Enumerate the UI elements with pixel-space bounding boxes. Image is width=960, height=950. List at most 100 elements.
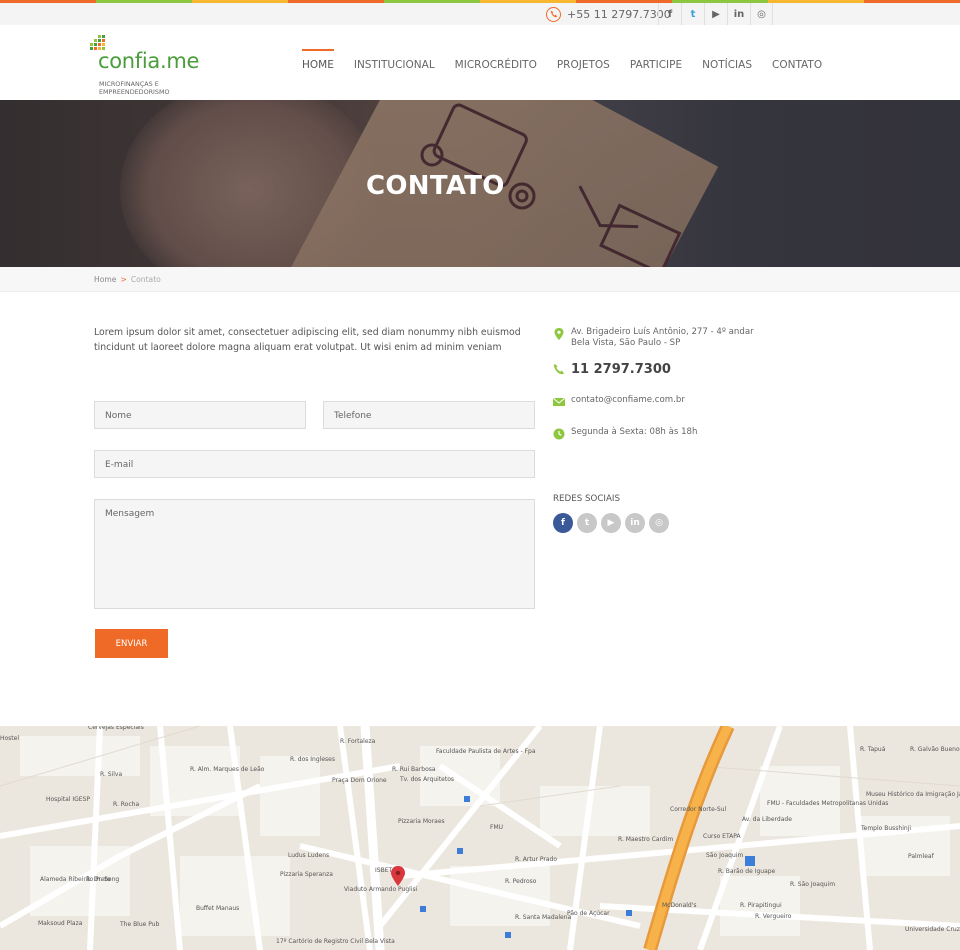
- map-label: R. Dr. Seng: [86, 876, 120, 883]
- map-label: R. Rocha: [113, 801, 140, 808]
- intro-text: Lorem ipsum dolor sit amet, consectetuer…: [94, 327, 521, 353]
- map-label: R. Rui Barbosa: [392, 766, 436, 773]
- facebook-icon[interactable]: f: [553, 513, 573, 533]
- logo-tagline: MICROFINANÇAS E EMPREENDEDORISMO: [99, 80, 170, 96]
- address-line-2: Bela Vista, São Paulo - SP: [571, 338, 681, 348]
- map-label: Tv. dos Arquitetos: [400, 776, 455, 783]
- top-phone[interactable]: +55 11 2797.7300: [546, 3, 671, 25]
- map-label: R. Maestro Cardim: [618, 836, 674, 843]
- nav-item-home[interactable]: HOME: [302, 49, 334, 71]
- breadcrumb-separator: >: [120, 275, 127, 284]
- map-label: Hostel: [0, 735, 20, 742]
- phone-row: 11 2797.7300: [553, 362, 671, 377]
- map-label: 17º Cartório de Registro Civil Bela Vist…: [276, 938, 395, 945]
- map-label: R. Artur Prado: [515, 856, 558, 863]
- site-logo[interactable]: confia.me MICROFINANÇAS E EMPREENDEDORIS…: [86, 33, 226, 96]
- map-label: Viaduto Armando Puglisi: [344, 886, 418, 893]
- logo-tagline-2: EMPREENDEDORISMO: [99, 88, 170, 96]
- youtube-icon[interactable]: ▶: [704, 3, 727, 25]
- map-label: Hospital IGESP: [46, 796, 91, 803]
- map-label: Buffet Manaus: [196, 905, 240, 912]
- map-label: R. Santa Madalena: [515, 914, 572, 921]
- map-label: R. Galvão Bueno: [910, 746, 960, 753]
- map-label: Curso ETAPA: [703, 833, 741, 840]
- map-label: R. Vergueiro: [755, 913, 792, 920]
- map-label: Pão de Açúcar: [567, 910, 610, 917]
- contact-phone[interactable]: 11 2797.7300: [571, 362, 671, 377]
- at-sign-icon: [508, 182, 536, 210]
- address-row: Av. Brigadeiro Luís Antônio, 277 - 4º an…: [553, 327, 754, 349]
- map-streets: [0, 726, 960, 950]
- map[interactable]: Cervejas Especiais Hostel Hospital IGESP R.…: [0, 726, 960, 950]
- instagram-icon[interactable]: ◎: [649, 513, 669, 533]
- map-label: R. São Joaquim: [790, 881, 836, 888]
- map-label: Praça Dom Orione: [332, 777, 387, 784]
- map-label: FMU: [490, 824, 504, 831]
- name-input[interactable]: Nome: [94, 401, 306, 429]
- map-label: Faculdade Paulista de Artes - Fpa: [436, 748, 536, 755]
- envelope-drawing-icon: [599, 203, 682, 267]
- logo-tagline-1: MICROFINANÇAS E: [99, 80, 159, 88]
- instagram-icon[interactable]: ◎: [750, 3, 773, 25]
- envelope-icon: [553, 397, 565, 406]
- phone-input[interactable]: Telefone: [323, 401, 535, 429]
- youtube-icon[interactable]: ▶: [601, 513, 621, 533]
- nav-item-institucional[interactable]: INSTITUCIONAL: [354, 49, 435, 71]
- map-label: McDonald's: [662, 902, 697, 909]
- message-textarea[interactable]: Mensagem: [94, 499, 535, 609]
- map-label: ISBET: [375, 867, 393, 874]
- hero-banner: CONTATO: [0, 100, 960, 267]
- hero-title: CONTATO: [366, 171, 505, 201]
- linkedin-icon[interactable]: in: [625, 513, 645, 533]
- nav-item-noticias[interactable]: NOTÍCIAS: [702, 49, 752, 71]
- map-label: São Joaquim: [706, 852, 744, 859]
- nav-item-microcredito[interactable]: MICROCRÉDITO: [455, 49, 537, 71]
- map-label: FMU - Faculdades Metropolitanas Unidas: [767, 800, 889, 807]
- map-label: R. dos Ingleses: [290, 756, 335, 763]
- map-label: Pizzaria Moraes: [398, 818, 445, 825]
- nav-item-contato[interactable]: CONTATO: [772, 49, 822, 71]
- logo-brand: confia.me: [98, 49, 200, 73]
- map-label: Ludus Ludens: [288, 852, 330, 859]
- main-nav: HOME INSTITUCIONAL MICROCRÉDITO PROJETOS PAR…: [302, 49, 842, 71]
- map-label: R. Pirapitingui: [740, 902, 782, 909]
- top-bar: +55 11 2797.7300 f t ▶ in ◎: [0, 3, 960, 25]
- hours-row: Segunda à Sexta: 08h às 18h: [553, 427, 697, 440]
- location-pin-icon: [554, 328, 564, 340]
- map-label: Templo Busshinji: [861, 825, 912, 832]
- email-row: contato@confiame.com.br: [553, 395, 685, 408]
- map-label: Cervejas Especiais: [88, 726, 144, 731]
- twitter-icon[interactable]: t: [681, 3, 704, 25]
- facebook-icon[interactable]: f: [658, 3, 681, 25]
- top-phone-number: +55 11 2797.7300: [567, 7, 671, 21]
- phone-icon: [553, 364, 564, 375]
- map-label: Pizzaria Speranza: [280, 871, 333, 878]
- phone-dial-icon: [420, 143, 444, 167]
- nav-item-projetos[interactable]: PROJETOS: [557, 49, 610, 71]
- breadcrumb: Home > Contato: [0, 267, 960, 292]
- map-label: Maksoud Plaza: [38, 920, 83, 927]
- map-label: R. Fortaleza: [340, 738, 376, 745]
- breadcrumb-home[interactable]: Home: [94, 275, 116, 284]
- clock-icon: [553, 428, 565, 440]
- map-label: Palmleaf: [908, 853, 934, 860]
- address-line-1: Av. Brigadeiro Luís Antônio, 277 - 4º an…: [571, 327, 754, 337]
- map-label: R. Tapuá: [860, 746, 886, 753]
- social-title: REDES SOCIAIS: [553, 494, 620, 504]
- map-label: R. Pedroso: [505, 878, 537, 885]
- map-label: Corredor Norte-Sul: [670, 806, 727, 813]
- social-links: f t ▶ in ◎: [553, 513, 669, 533]
- twitter-icon[interactable]: t: [577, 513, 597, 533]
- linkedin-icon[interactable]: in: [727, 3, 750, 25]
- map-label: R. Alm. Marques de Leão: [190, 766, 265, 773]
- email-input[interactable]: E-mail: [94, 450, 535, 478]
- top-social-links: f t ▶ in ◎: [658, 3, 773, 25]
- site-header: confia.me MICROFINANÇAS E EMPREENDEDORIS…: [0, 25, 960, 100]
- page: { "colors": {"accent":"#ef6a26","brand_g…: [0, 0, 960, 950]
- nav-item-participe[interactable]: PARTICIPE: [630, 49, 682, 71]
- submit-button[interactable]: ENVIAR: [95, 629, 168, 658]
- map-label: R. Silva: [100, 771, 123, 778]
- map-label: Museu Histórico da Imigração Japonesa: [866, 791, 960, 798]
- contact-hours: Segunda à Sexta: 08h às 18h: [571, 427, 698, 437]
- contact-email[interactable]: contato@confiame.com.br: [571, 395, 685, 405]
